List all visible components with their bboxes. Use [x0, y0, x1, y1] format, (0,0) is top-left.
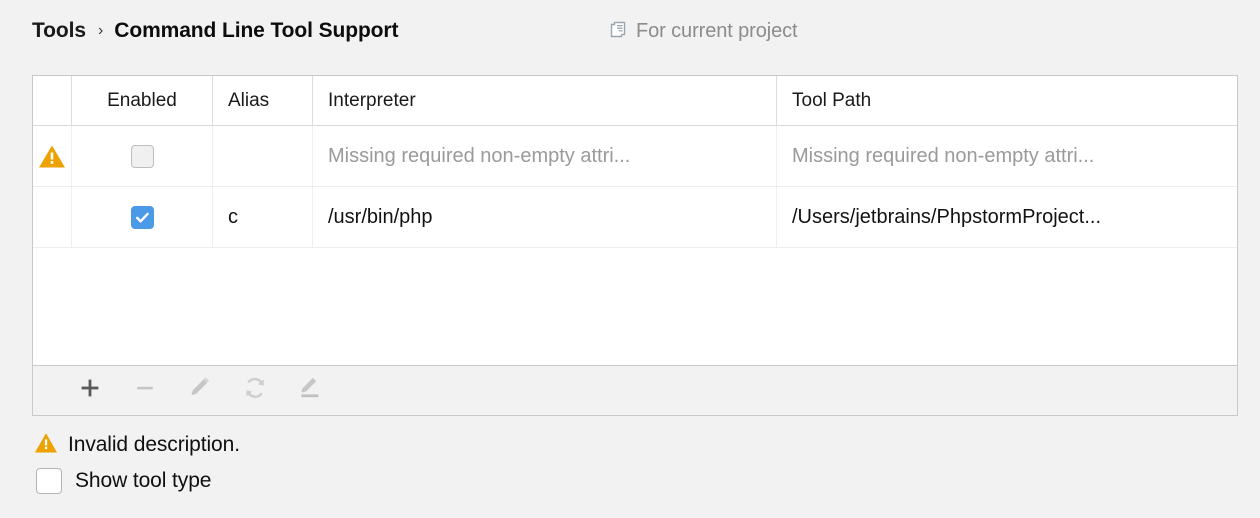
- minus-icon: [133, 376, 157, 405]
- column-header-status[interactable]: [33, 76, 72, 125]
- warning-triangle-icon: [34, 432, 58, 459]
- enabled-checkbox[interactable]: [130, 205, 154, 229]
- enabled-checkbox[interactable]: [130, 144, 154, 168]
- plus-icon: [78, 376, 102, 405]
- breadcrumb: Tools › Command Line Tool Support: [32, 14, 398, 48]
- column-header-enabled[interactable]: Enabled: [72, 76, 213, 125]
- row-alias-cell[interactable]: c: [213, 187, 313, 247]
- invalid-description-message: Invalid description.: [34, 430, 240, 460]
- show-tool-type-option[interactable]: Show tool type: [36, 465, 211, 497]
- column-header-interpreter[interactable]: Interpreter: [313, 76, 777, 125]
- refresh-button: [242, 375, 268, 406]
- pencil-underline-icon: [297, 375, 323, 406]
- refresh-icon: [242, 375, 268, 406]
- pencil-icon: [187, 375, 213, 406]
- remove-button: [132, 378, 158, 404]
- page-title: Command Line Tool Support: [114, 19, 399, 42]
- table-row[interactable]: c /usr/bin/php /Users/jetbrains/Phpstorm…: [33, 187, 1237, 248]
- edit-description-button: [297, 375, 323, 406]
- column-header-alias[interactable]: Alias: [213, 76, 313, 125]
- invalid-description-text: Invalid description.: [68, 433, 240, 456]
- row-tool-path-cell[interactable]: Missing required non-empty attri...: [777, 126, 1237, 186]
- row-interpreter-cell[interactable]: /usr/bin/php: [313, 187, 777, 247]
- show-tool-type-checkbox[interactable]: [36, 468, 62, 494]
- edit-button: [187, 375, 213, 406]
- table-header-row: Enabled Alias Interpreter Tool Path: [33, 76, 1237, 126]
- command-line-tools-table: Enabled Alias Interpreter Tool Path Miss…: [32, 75, 1238, 416]
- table-row[interactable]: Missing required non-empty attri... Miss…: [33, 126, 1237, 187]
- add-button[interactable]: [77, 378, 103, 404]
- column-header-tool-path[interactable]: Tool Path: [777, 76, 1237, 125]
- row-enabled-cell[interactable]: [72, 187, 213, 247]
- row-status-cell: [33, 126, 72, 186]
- row-status-cell: [33, 187, 72, 247]
- show-tool-type-label: Show tool type: [75, 469, 212, 492]
- row-alias-cell[interactable]: [213, 126, 313, 186]
- breadcrumb-parent[interactable]: Tools: [32, 19, 86, 43]
- copy-project-icon: [608, 19, 628, 44]
- row-interpreter-cell[interactable]: Missing required non-empty attri...: [313, 126, 777, 186]
- chevron-right-icon: ›: [97, 22, 104, 39]
- scope-indicator: For current project: [608, 16, 798, 46]
- warning-triangle-icon: [38, 144, 66, 169]
- scope-label: For current project: [636, 19, 798, 42]
- row-enabled-cell[interactable]: [72, 126, 213, 186]
- settings-page: Tools › Command Line Tool Support For cu…: [0, 0, 1260, 518]
- row-tool-path-cell[interactable]: /Users/jetbrains/PhpstormProject...: [777, 187, 1237, 247]
- table-toolbar: [33, 365, 1237, 415]
